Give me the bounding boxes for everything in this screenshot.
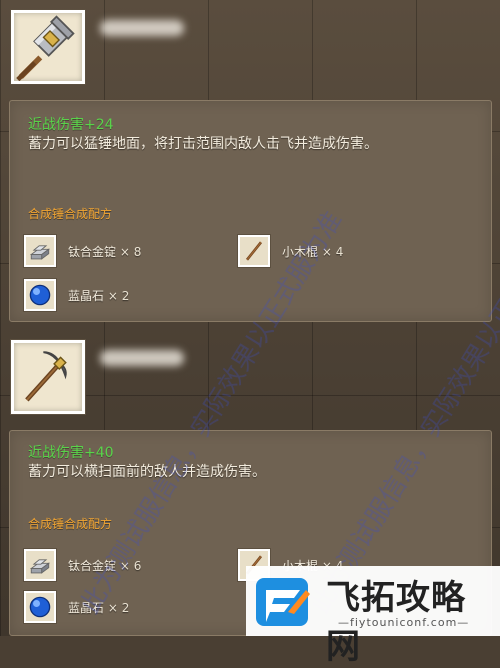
- item-detail-panel: 近战伤害+24 蓄力可以猛锤地面，将打击范围内敌人击飞并造成伤害。 合成锤合成配…: [9, 100, 492, 322]
- material-titanium-ingot[interactable]: 钛合金锭 × 8: [24, 235, 224, 271]
- warhammer-icon[interactable]: [11, 10, 85, 84]
- titanium-ingot-icon: [24, 235, 56, 267]
- material-qty: × 6: [119, 559, 142, 573]
- material-qty: × 2: [107, 601, 130, 615]
- material-name: 钛合金锭: [68, 559, 117, 573]
- material-wood-stick[interactable]: 小木棍 × 4: [238, 235, 438, 271]
- item-description: 蓄力可以横扫面前的敌人并造成伤害。: [28, 464, 266, 480]
- recipe-title: 合成锤合成配方: [28, 517, 113, 531]
- titanium-ingot-icon: [24, 549, 56, 581]
- item-description: 蓄力可以猛锤地面，将打击范围内敌人击飞并造成伤害。: [28, 136, 378, 152]
- material-blue-crystal[interactable]: 蓝晶石 × 2: [24, 591, 224, 627]
- material-name: 钛合金锭: [68, 245, 117, 259]
- blue-crystal-icon: [24, 279, 56, 311]
- melee-damage-text: 近战伤害+40: [28, 445, 114, 461]
- recipe-title: 合成锤合成配方: [28, 207, 113, 221]
- site-url: —fiytouniconf.com—: [338, 616, 470, 629]
- site-logo: 飞拓攻略网 —fiytouniconf.com—: [246, 566, 500, 667]
- material-name: 蓝晶石: [68, 289, 105, 303]
- item-header: [0, 330, 500, 426]
- site-logo-icon: [256, 578, 310, 626]
- scythe-pick-icon[interactable]: [11, 340, 85, 414]
- material-name: 蓝晶石: [68, 601, 105, 615]
- blue-crystal-icon: [24, 591, 56, 623]
- material-qty: × 8: [119, 245, 142, 259]
- wood-stick-icon: [238, 235, 270, 267]
- melee-damage-text: 近战伤害+24: [28, 117, 114, 133]
- item-name-blurred: [100, 350, 184, 366]
- item-header: [0, 0, 500, 96]
- material-name: 小木棍: [282, 245, 319, 259]
- material-qty: × 4: [321, 245, 344, 259]
- material-qty: × 2: [107, 289, 130, 303]
- item-name-blurred: [100, 20, 184, 36]
- material-titanium-ingot[interactable]: 钛合金锭 × 6: [24, 549, 224, 585]
- material-blue-crystal[interactable]: 蓝晶石 × 2: [24, 279, 224, 315]
